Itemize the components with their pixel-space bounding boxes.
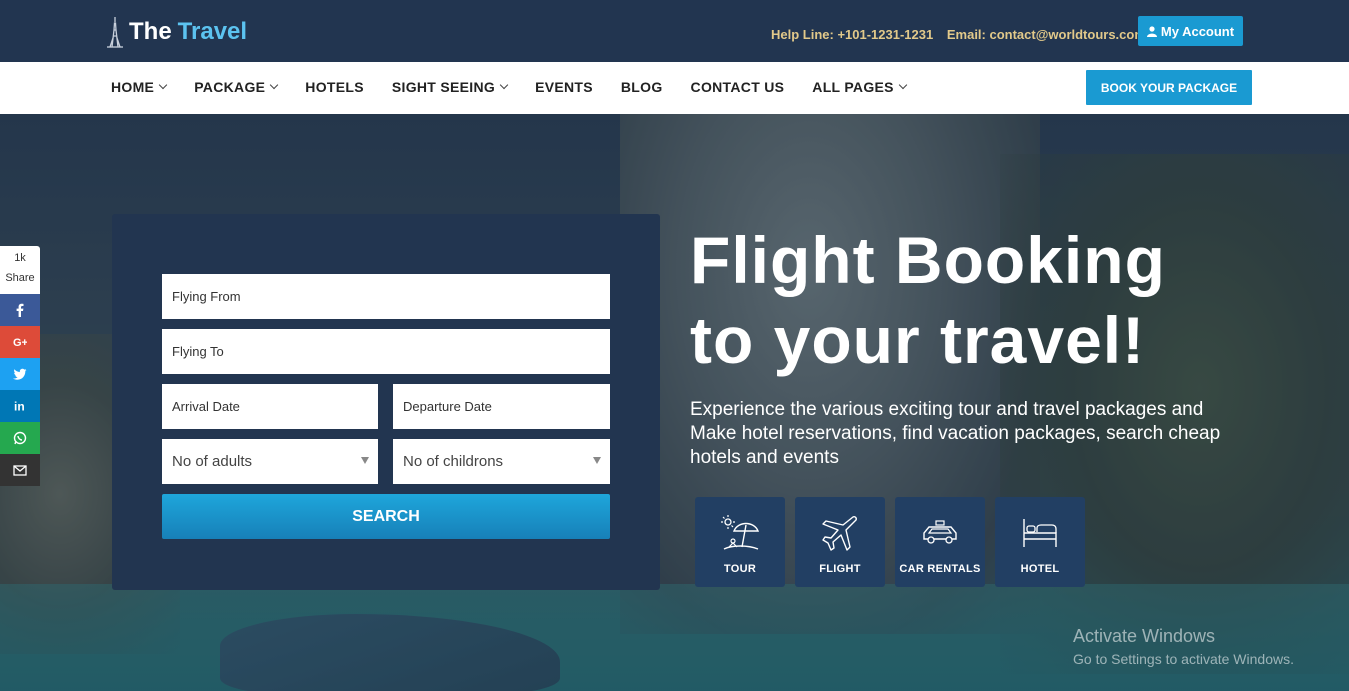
top-bar: The Travel Help Line: +101-1231-1231 Ema… xyxy=(0,0,1349,62)
search-button[interactable]: SEARCH xyxy=(162,494,610,539)
nav-item-all-pages[interactable]: ALL PAGES xyxy=(812,79,908,95)
chevron-down-icon xyxy=(499,80,509,90)
service-tiles: TOUR FLIGHT CAR RENTALS HOTEL xyxy=(695,497,1085,587)
share-label: Share xyxy=(5,272,35,284)
book-package-button[interactable]: BOOK YOUR PACKAGE xyxy=(1086,70,1252,105)
flying-to-input[interactable]: Flying To xyxy=(162,329,610,374)
chevron-down-icon xyxy=(158,80,168,90)
nav-label: HOME xyxy=(111,79,155,95)
user-icon xyxy=(1146,25,1157,37)
watermark-line2: Go to Settings to activate Windows. xyxy=(1073,651,1294,667)
share-facebook-button[interactable] xyxy=(0,294,40,326)
share-google-plus-button[interactable]: G+ xyxy=(0,326,40,358)
brand-name-part1: The xyxy=(129,18,172,45)
tile-label: CAR RENTALS xyxy=(899,563,981,575)
facebook-icon xyxy=(16,303,24,317)
email-icon xyxy=(13,465,27,476)
arrival-date-input[interactable]: Arrival Date xyxy=(162,384,378,429)
linkedin-icon: in xyxy=(14,400,25,414)
adults-select-value: No of adults xyxy=(172,453,253,470)
nav-label: HOTELS xyxy=(305,79,364,95)
nav-label: CONTACT US xyxy=(690,79,785,95)
hero-title: Flight Booking to your travel! xyxy=(690,220,1310,380)
eiffel-tower-icon xyxy=(107,17,123,48)
logo[interactable]: The Travel xyxy=(104,16,247,48)
watermark-line1: Activate Windows xyxy=(1073,626,1216,646)
nav-label: SIGHT SEEING xyxy=(391,79,496,95)
tile-tour[interactable]: TOUR xyxy=(695,497,785,587)
helpline-text: Help Line: +101-1231-1231 xyxy=(771,27,934,42)
hero-title-line1: Flight Booking xyxy=(690,223,1166,297)
share-linkedin-button[interactable]: in xyxy=(0,390,40,422)
bed-icon xyxy=(1023,519,1057,547)
nav-item-home[interactable]: HOME xyxy=(111,79,168,95)
flight-search-panel: Flying From Flying To Arrival Date Depar… xyxy=(112,214,660,590)
dropdown-arrow-icon xyxy=(361,457,369,464)
share-count-box: 1k Share xyxy=(0,246,40,294)
share-whatsapp-button[interactable] xyxy=(0,422,40,454)
nav-label: EVENTS xyxy=(535,79,593,95)
adults-select[interactable]: No of adults xyxy=(162,439,378,484)
childrens-select[interactable]: No of childrons xyxy=(393,439,610,484)
tile-hotel[interactable]: HOTEL xyxy=(995,497,1085,587)
tile-label: HOTEL xyxy=(1020,563,1060,575)
tile-label: TOUR xyxy=(723,563,757,575)
brand-name-part2: Travel xyxy=(177,18,248,45)
nav-item-sight-seeing[interactable]: SIGHT SEEING xyxy=(391,79,509,95)
nav-item-events[interactable]: EVENTS xyxy=(535,79,593,95)
social-share-bar: 1k Share G+ in xyxy=(0,246,40,486)
my-account-button[interactable]: My Account xyxy=(1138,16,1243,46)
chevron-down-icon xyxy=(898,80,908,90)
share-email-button[interactable] xyxy=(0,454,40,486)
flying-from-input[interactable]: Flying From xyxy=(162,274,610,319)
beach-icon xyxy=(721,515,760,550)
hero-title-line2: to your travel! xyxy=(690,303,1146,377)
nav-label: PACKAGE xyxy=(194,79,266,95)
tile-car-rentals[interactable]: CAR RENTALS xyxy=(895,497,985,587)
nav-item-package[interactable]: PACKAGE xyxy=(194,79,279,95)
share-count: 1k xyxy=(14,252,26,264)
google-plus-icon: G+ xyxy=(13,337,27,349)
departure-date-input[interactable]: Departure Date xyxy=(393,384,610,429)
contact-info: Help Line: +101-1231-1231 Email: contact… xyxy=(771,27,1156,42)
chevron-down-icon xyxy=(270,80,279,90)
nav-item-contact-us[interactable]: CONTACT US xyxy=(691,79,785,95)
nav-item-blog[interactable]: BLOG xyxy=(621,79,663,95)
email-text[interactable]: Email: contact@worldtours.com xyxy=(947,27,1146,42)
plane-icon xyxy=(822,516,857,551)
main-nav: HOME PACKAGE HOTELS SIGHT SEEING EVENTS … xyxy=(0,62,1349,114)
whatsapp-icon xyxy=(13,431,27,445)
dropdown-arrow-icon xyxy=(593,457,601,464)
car-icon xyxy=(923,520,957,544)
nav-label: ALL PAGES xyxy=(812,79,894,95)
hero-subtitle: Experience the various exciting tour and… xyxy=(690,399,1221,468)
svg-text:G+: G+ xyxy=(13,337,27,349)
nav-item-hotels[interactable]: HOTELS xyxy=(305,79,364,95)
tile-flight[interactable]: FLIGHT xyxy=(795,497,885,587)
share-twitter-button[interactable] xyxy=(0,358,40,390)
svg-text:in: in xyxy=(14,400,25,414)
my-account-label: My Account xyxy=(1160,23,1235,39)
nav-label: BLOG xyxy=(620,79,663,95)
tile-label: FLIGHT xyxy=(819,563,861,575)
childrens-select-value: No of childrons xyxy=(403,453,504,470)
activate-windows-watermark: Activate Windows Go to Settings to activ… xyxy=(1073,626,1294,667)
twitter-icon xyxy=(13,368,27,380)
